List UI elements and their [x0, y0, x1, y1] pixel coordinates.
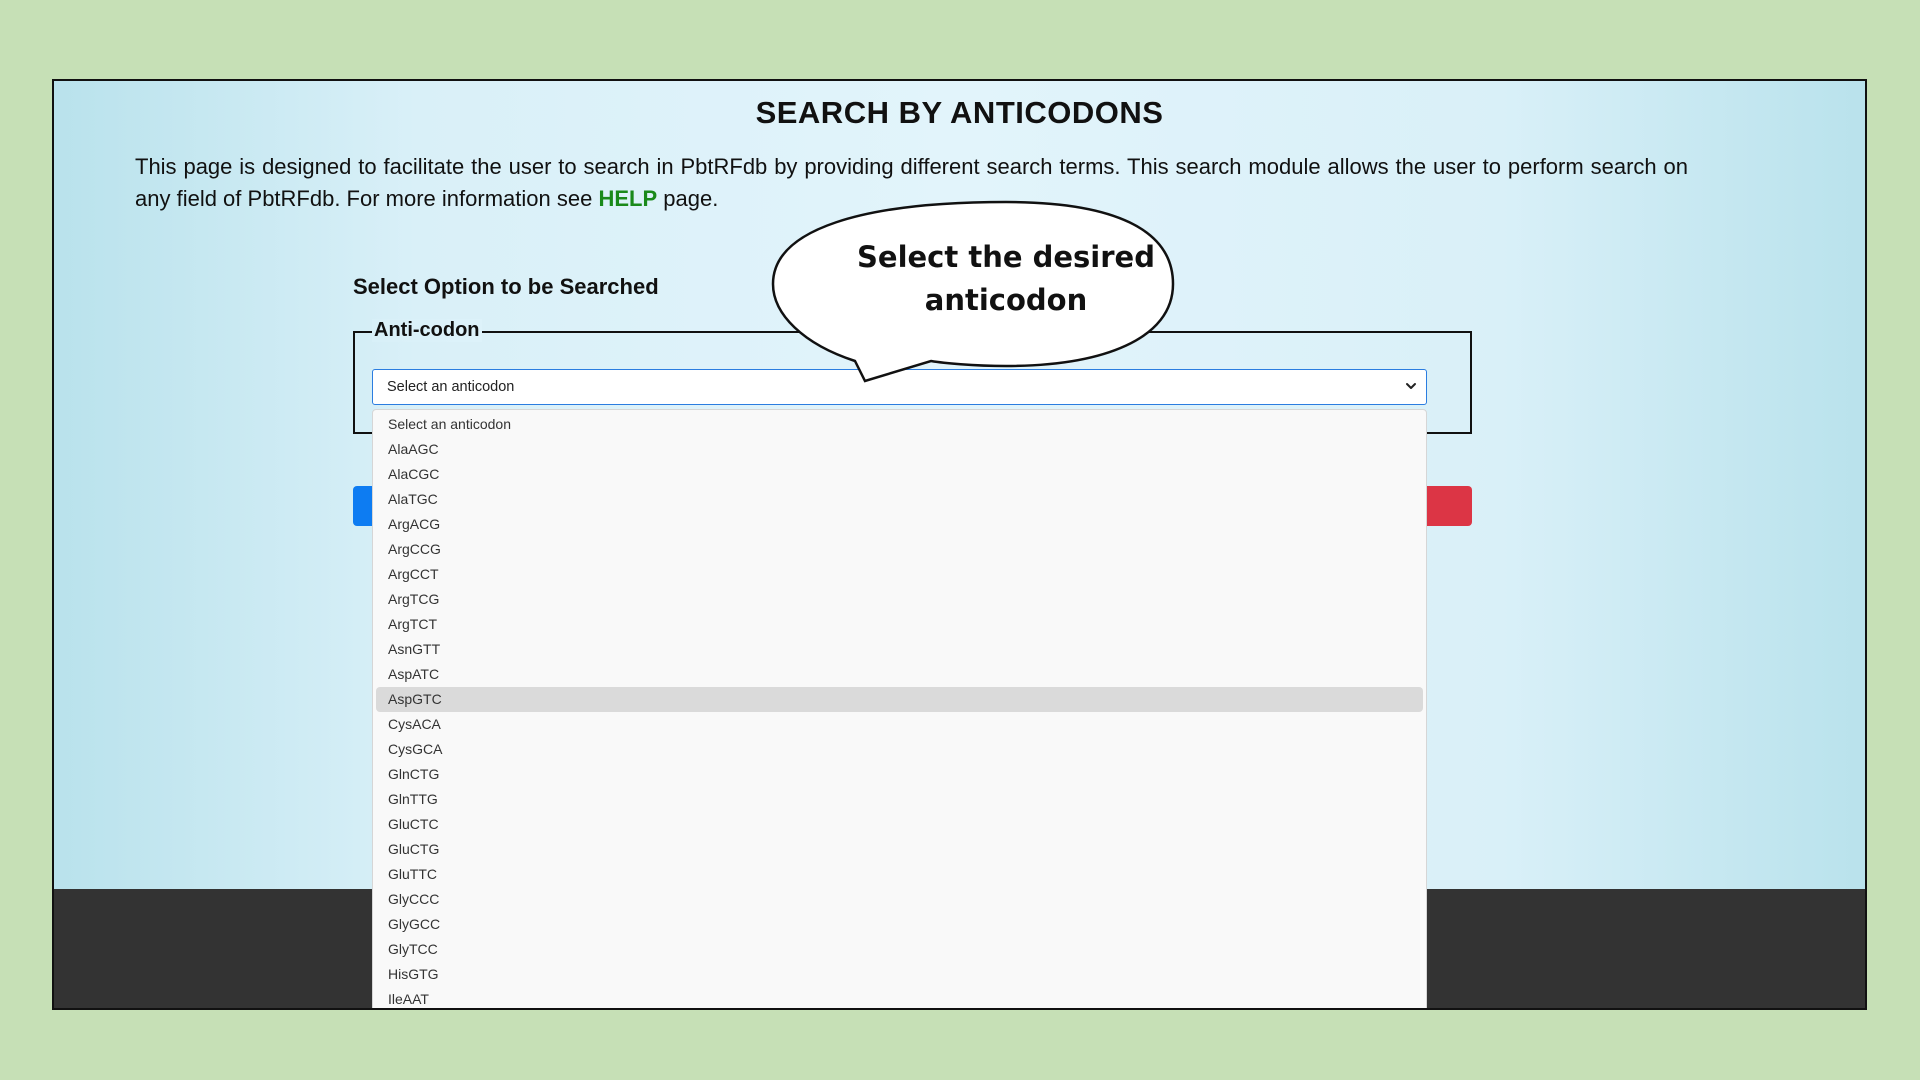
dropdown-option[interactable]: AspATC	[376, 662, 1423, 687]
dropdown-option[interactable]: AspGTC	[376, 687, 1423, 712]
dropdown-option[interactable]: ArgTCT	[376, 612, 1423, 637]
dropdown-option[interactable]: AlaCGC	[376, 462, 1423, 487]
dropdown-option[interactable]: ArgCCG	[376, 537, 1423, 562]
page-frame: SEARCH BY ANTICODONS This page is design…	[52, 79, 1867, 1010]
reset-button[interactable]	[1424, 486, 1472, 526]
dropdown-option[interactable]: AsnGTT	[376, 637, 1423, 662]
anticodon-select-value: Select an anticodon	[387, 379, 515, 395]
dropdown-option[interactable]: CysACA	[376, 712, 1423, 737]
dropdown-option[interactable]: IleAAT	[376, 987, 1423, 1008]
dropdown-option[interactable]: GlnTTG	[376, 787, 1423, 812]
dropdown-option[interactable]: GlyCCC	[376, 887, 1423, 912]
dropdown-option[interactable]: GlyTCC	[376, 937, 1423, 962]
callout-text-line2: anticodon	[925, 283, 1087, 317]
help-link[interactable]: HELP	[598, 186, 657, 211]
dropdown-option[interactable]: GluTTC	[376, 862, 1423, 887]
fieldset-legend: Anti-codon	[372, 319, 482, 342]
chevron-down-icon	[1406, 383, 1416, 389]
page-title: SEARCH BY ANTICODONS	[755, 95, 1164, 130]
dropdown-option[interactable]: GluCTC	[376, 812, 1423, 837]
dropdown-option[interactable]: GlyGCC	[376, 912, 1423, 937]
dropdown-option[interactable]: ArgTCG	[376, 587, 1423, 612]
dropdown-option[interactable]: ArgACG	[376, 512, 1423, 537]
dropdown-option[interactable]: CysGCA	[376, 737, 1423, 762]
dropdown-option[interactable]: GluCTG	[376, 837, 1423, 862]
callout-bubble: Select the desired anticodon	[771, 200, 1175, 383]
dropdown-option[interactable]: AlaTGC	[376, 487, 1423, 512]
callout-text-line1: Select the desired	[857, 240, 1155, 274]
select-option-heading: Select Option to be Searched	[353, 274, 659, 299]
dropdown-option[interactable]: GlnCTG	[376, 762, 1423, 787]
anticodon-dropdown-list[interactable]: Select an anticodon AlaAGC AlaCGC AlaTGC Arg…	[372, 409, 1427, 1008]
dropdown-option[interactable]: HisGTG	[376, 962, 1423, 987]
dropdown-option[interactable]: ArgCCT	[376, 562, 1423, 587]
intro-suffix: page.	[663, 186, 719, 211]
